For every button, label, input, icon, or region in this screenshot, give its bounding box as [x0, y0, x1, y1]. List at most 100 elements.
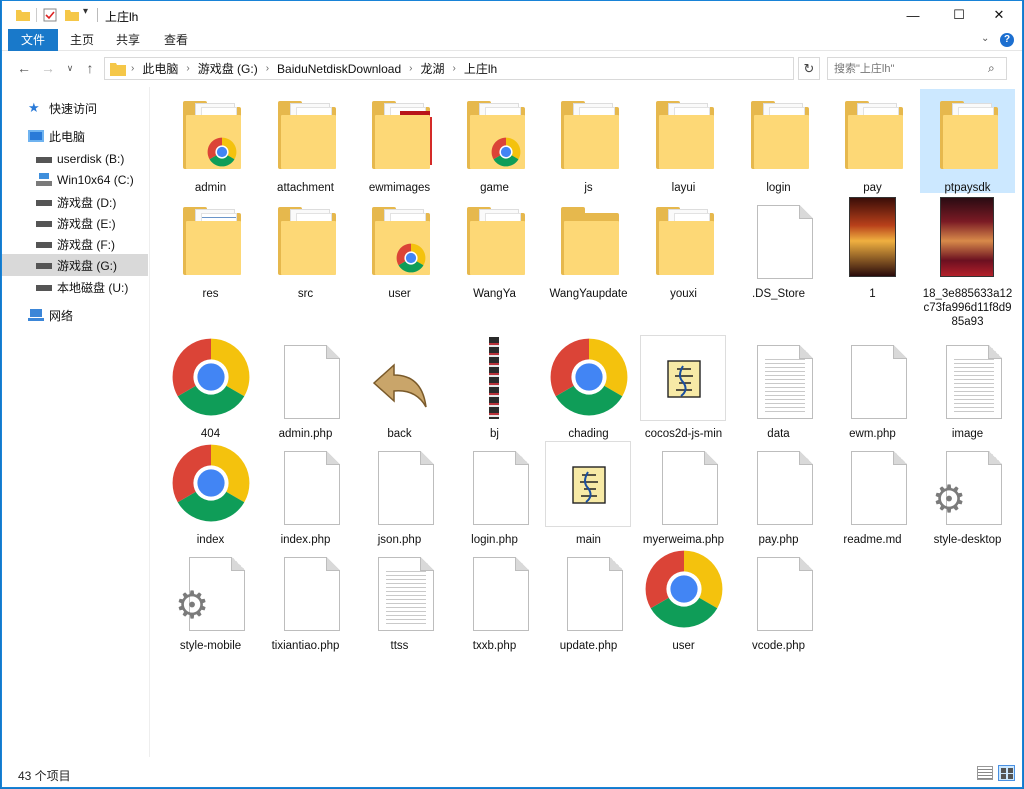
crumb-separator-icon[interactable]: ›	[452, 63, 455, 74]
sidebar-item[interactable]: 网络	[2, 304, 148, 326]
tab-file[interactable]: 文件	[8, 29, 58, 51]
sidebar-item[interactable]: 游戏盘 (D:)	[2, 191, 148, 213]
help-icon[interactable]: ?	[1000, 33, 1014, 47]
breadcrumb-item[interactable]: 此电脑	[142, 60, 178, 77]
folder-icon[interactable]	[15, 7, 31, 23]
folder-item[interactable]: ptpaysdk	[920, 89, 1015, 194]
crumb-separator-icon[interactable]: ›	[409, 63, 412, 74]
folder-item[interactable]: login	[731, 89, 826, 195]
crumb-separator-icon[interactable]: ›	[131, 63, 134, 74]
folder-item[interactable]: youxi	[636, 195, 731, 301]
search-icon[interactable]: ⌕	[988, 61, 995, 76]
file-item[interactable]: vcode.php	[731, 547, 826, 653]
file-item[interactable]: data	[731, 335, 826, 441]
file-item[interactable]: bj	[447, 335, 542, 441]
title-bar: ▾ 上庄lh — ☐ ✕	[2, 1, 1022, 29]
forward-arrow-icon[interactable]: →	[38, 58, 58, 78]
document-icon	[473, 451, 529, 525]
large-icons-view-icon[interactable]	[998, 765, 1015, 781]
item-icon-area	[352, 547, 447, 639]
crumb-separator-icon[interactable]: ›	[266, 63, 269, 74]
minimize-button[interactable]: —	[890, 1, 936, 29]
file-item[interactable]: 18_3e885633a12c73fa996d11f8d985a93	[920, 195, 1015, 329]
folder-item[interactable]: game	[447, 89, 542, 195]
sidebar-item[interactable]: Win10x64 (C:)	[2, 169, 148, 191]
folder-item[interactable]: WangYaupdate	[541, 195, 636, 301]
folder-item[interactable]: WangYa	[447, 195, 542, 301]
item-icon-area	[731, 441, 826, 533]
folder-item[interactable]: attachment	[258, 89, 353, 195]
item-icon-area	[920, 89, 1015, 181]
details-view-icon[interactable]	[977, 766, 993, 780]
file-item[interactable]: index	[163, 441, 258, 547]
file-name: 404	[200, 428, 221, 440]
folder-item[interactable]: ewmimages	[352, 89, 447, 195]
search-box[interactable]: ⌕	[827, 57, 1007, 80]
file-item[interactable]: 1	[825, 195, 920, 301]
file-item[interactable]: ewm.php	[825, 335, 920, 441]
file-item[interactable]: chading	[541, 335, 636, 441]
file-item[interactable]: ⚙ style-mobile	[163, 547, 258, 653]
folder-icon	[845, 101, 903, 171]
sidebar-item[interactable]: userdisk (B:)	[2, 148, 148, 170]
expand-ribbon-chevron-icon[interactable]: ⌄	[981, 33, 989, 44]
customize-toolbar-chevron-icon[interactable]: ▾	[83, 6, 88, 17]
crumb-separator-icon[interactable]: ›	[186, 63, 189, 74]
file-item[interactable]: index.php	[258, 441, 353, 547]
file-item[interactable]: pay.php	[731, 441, 826, 547]
item-icon-area	[636, 547, 731, 639]
breadcrumb-item[interactable]: BaiduNetdiskDownload	[277, 62, 401, 76]
file-item[interactable]: readme.md	[825, 441, 920, 547]
address-bar[interactable]: › 此电脑 › 游戏盘 (G:) › BaiduNetdiskDownload …	[104, 57, 890, 80]
tab-view[interactable]: 查看	[156, 29, 196, 51]
file-item[interactable]: image	[920, 335, 1015, 441]
recent-locations-chevron-icon[interactable]: ∨	[60, 58, 80, 78]
up-arrow-icon[interactable]: ↑	[80, 58, 100, 78]
sidebar-item[interactable]: 本地磁盘 (U:)	[2, 276, 148, 298]
item-icon-area	[258, 441, 353, 533]
sidebar-item[interactable]: 游戏盘 (G:)	[2, 254, 148, 276]
breadcrumb-item[interactable]: 上庄lh	[464, 60, 497, 77]
file-item[interactable]: txxb.php	[447, 547, 542, 653]
folder-item[interactable]: admin	[163, 89, 258, 195]
search-input[interactable]	[834, 61, 982, 76]
file-name: main	[576, 534, 601, 546]
close-button[interactable]: ✕	[976, 1, 1022, 29]
item-icon-area	[920, 335, 1015, 427]
file-item[interactable]: .DS_Store	[731, 195, 826, 301]
file-item[interactable]: tixiantiao.php	[258, 547, 353, 653]
file-item[interactable]: ttss	[352, 547, 447, 653]
tab-share[interactable]: 共享	[108, 29, 148, 51]
file-item[interactable]: update.php	[541, 547, 636, 653]
sidebar-item[interactable]: 游戏盘 (F:)	[2, 233, 148, 255]
folder-item[interactable]: res	[163, 195, 258, 301]
sidebar-item[interactable]: ★ 快速访问	[2, 97, 148, 119]
file-item[interactable]: myerweima.php	[636, 441, 731, 547]
back-arrow-icon[interactable]: ←	[14, 58, 34, 78]
new-folder-icon[interactable]	[64, 7, 80, 23]
sidebar-item[interactable]: 游戏盘 (E:)	[2, 212, 148, 234]
file-item[interactable]: admin.php	[258, 335, 353, 441]
file-item[interactable]: 404	[163, 335, 258, 441]
tab-home[interactable]: 主页	[62, 29, 102, 51]
breadcrumb-item[interactable]: 龙湖	[420, 60, 444, 77]
file-item[interactable]: cocos2d-js-min	[636, 335, 731, 441]
properties-icon[interactable]	[42, 7, 58, 23]
file-item[interactable]: login.php	[447, 441, 542, 547]
folder-item[interactable]: js	[541, 89, 636, 195]
divider	[36, 8, 37, 22]
file-item[interactable]: json.php	[352, 441, 447, 547]
drive-icon	[36, 280, 52, 294]
file-item[interactable]: user	[636, 547, 731, 653]
folder-item[interactable]: layui	[636, 89, 731, 195]
sidebar-item[interactable]: 此电脑	[2, 125, 148, 147]
file-name: data	[767, 428, 790, 440]
folder-item[interactable]: pay	[825, 89, 920, 195]
file-item[interactable]: ⚙ style-desktop	[920, 441, 1015, 547]
folder-item[interactable]: user	[352, 195, 447, 301]
file-item[interactable]: back	[352, 335, 447, 441]
file-item[interactable]: main	[541, 441, 636, 547]
folder-item[interactable]: src	[258, 195, 353, 301]
breadcrumb-item[interactable]: 游戏盘 (G:)	[198, 60, 258, 77]
refresh-button[interactable]: ↻	[798, 57, 820, 80]
